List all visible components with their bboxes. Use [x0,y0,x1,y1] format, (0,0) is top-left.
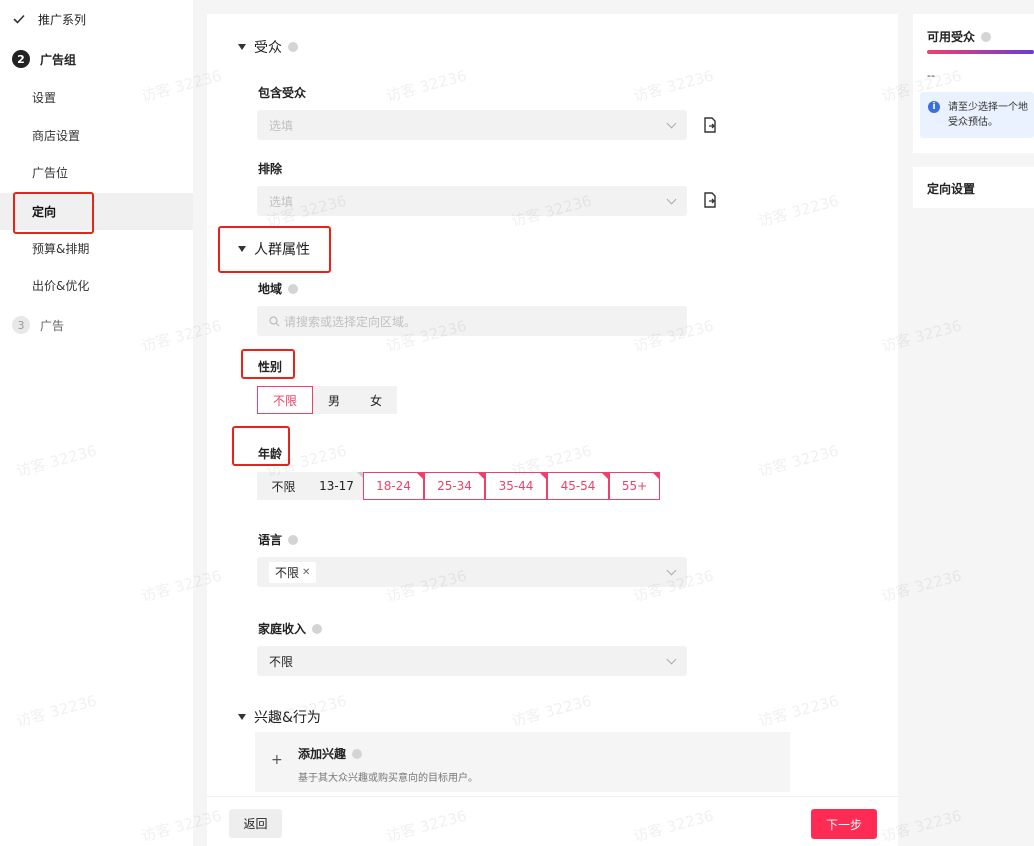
info-line-1: 请至少选择一个地 [948,102,1028,113]
help-icon[interactable] [981,31,992,42]
upload-file-icon[interactable] [703,117,717,133]
collapse-caret-icon [238,44,246,50]
gender-option-female[interactable]: 女 [355,386,397,414]
audience-size-bar [927,50,1034,54]
include-audience-label: 包含受众 [258,86,307,100]
collapse-caret-icon [238,714,246,720]
annotation-box-targeting [13,192,94,234]
language-tag: 不限 ✕ [269,561,317,583]
section-audience-header[interactable]: 受众 [238,37,298,57]
available-audience-title-text: 可用受众 [927,30,976,44]
step-adgroup[interactable]: 2 广告组 [12,49,76,69]
language-tag-label: 不限 [275,565,300,580]
annotation-box-gender [241,349,295,379]
targeting-form: 受众 包含受众 选填 排除 选填 人群属性 地域 请搜索或选择定向区域。 性别 … [207,14,898,846]
upload-file-icon[interactable] [703,192,717,208]
age-option-18-24[interactable]: 18-24 [363,472,424,500]
step-campaign[interactable]: 推广系列 [12,9,86,29]
gender-selector: 不限 男 女 [257,386,397,414]
step-ad-label: 广告 [40,318,65,333]
exclude-audience-select[interactable]: 选填 [257,186,687,216]
available-audience-panel: 可用受众 -- i 请至少选择一个地 受众预估。 [913,14,1034,153]
sidebar-item-label: 预算&排期 [32,242,90,256]
add-interest-title: 添加兴趣 [298,745,363,762]
sidebar-item-bidding[interactable]: 出价&优化 [0,267,193,304]
targeting-settings-panel: 定向设置 [913,167,1034,208]
income-select[interactable]: 不限 [257,646,687,676]
income-label: 家庭收入 [258,620,323,637]
include-audience-select[interactable]: 选填 [257,110,687,140]
check-icon [12,12,26,26]
plus-icon: + [271,752,283,768]
exclude-audience-label: 排除 [258,162,283,176]
sidebar: 推广系列 2 广告组 设置 商店设置 广告位 定向 预算&排期 出价&优化 3 … [0,0,193,846]
info-notice: i 请至少选择一个地 受众预估。 [920,92,1034,138]
help-icon[interactable] [288,534,299,545]
sidebar-item-budget-schedule[interactable]: 预算&排期 [0,230,193,267]
sidebar-item-placement[interactable]: 广告位 [0,154,193,191]
sidebar-item-label: 广告位 [32,166,69,180]
step-number-badge: 2 [12,50,30,68]
available-audience-title: 可用受众 [927,28,992,45]
chevron-down-icon [666,194,677,205]
info-line-2: 受众预估。 [948,117,998,128]
select-placeholder: 选填 [269,118,294,133]
gender-option-male[interactable]: 男 [313,386,355,414]
language-label: 语言 [258,531,299,548]
select-placeholder: 选填 [269,194,294,209]
step-number-badge: 3 [12,316,30,334]
sidebar-item-label: 商店设置 [32,129,81,143]
form-footer: 返回 下一步 [207,796,898,846]
chevron-down-icon [666,565,677,576]
age-selector: 不限 13-17 18-24 25-34 35-44 45-54 55+ [257,472,660,500]
section-title: 受众 [254,40,282,56]
help-icon[interactable] [312,623,323,634]
step-adgroup-label: 广告组 [40,52,77,67]
region-label-text: 地域 [258,282,283,296]
targeting-settings-title: 定向设置 [927,182,976,196]
help-icon[interactable] [352,748,363,759]
age-option-13-17[interactable]: 13-17 [310,472,363,500]
sidebar-item-store-settings[interactable]: 商店设置 [0,117,193,154]
section-title: 兴趣&行为 [254,710,321,726]
annotation-box-age [232,426,290,466]
info-icon: i [928,101,940,113]
search-icon [269,315,280,326]
add-interest-description: 基于其大众兴趣或购买意向的目标用户。 [298,773,478,784]
age-option-25-34[interactable]: 25-34 [424,472,485,500]
add-interest-card[interactable]: + 添加兴趣 基于其大众兴趣或购买意向的目标用户。 [255,732,790,792]
income-label-text: 家庭收入 [258,622,307,636]
section-interest-header[interactable]: 兴趣&行为 [238,707,321,727]
help-icon[interactable] [288,42,298,52]
search-placeholder: 请搜索或选择定向区域。 [284,314,417,329]
age-option-any[interactable]: 不限 [257,472,310,500]
language-select[interactable]: 不限 ✕ [257,557,687,587]
age-option-45-54[interactable]: 45-54 [547,472,609,500]
sidebar-item-settings[interactable]: 设置 [0,79,193,116]
sidebar-item-label: 出价&优化 [32,279,90,293]
chevron-down-icon [666,654,677,665]
select-value: 不限 [269,654,294,669]
step-ad[interactable]: 3 广告 [12,315,64,335]
sidebar-item-label: 设置 [32,91,57,105]
region-label: 地域 [258,280,299,297]
age-option-55-plus[interactable]: 55+ [609,472,660,500]
help-icon[interactable] [288,283,299,294]
chevron-down-icon [666,118,677,129]
language-label-text: 语言 [258,533,283,547]
gender-option-any[interactable]: 不限 [257,386,313,414]
age-option-35-44[interactable]: 35-44 [485,472,547,500]
info-notice-text: 请至少选择一个地 受众预估。 [948,100,1028,130]
next-button[interactable]: 下一步 [811,809,877,839]
add-interest-title-text: 添加兴趣 [298,747,347,761]
step-campaign-label: 推广系列 [38,12,87,27]
back-button[interactable]: 返回 [229,809,282,838]
available-audience-value: -- [927,69,935,82]
remove-tag-icon[interactable]: ✕ [302,567,310,578]
region-search-input[interactable]: 请搜索或选择定向区域。 [257,306,687,336]
annotation-box-demographics [218,226,331,273]
